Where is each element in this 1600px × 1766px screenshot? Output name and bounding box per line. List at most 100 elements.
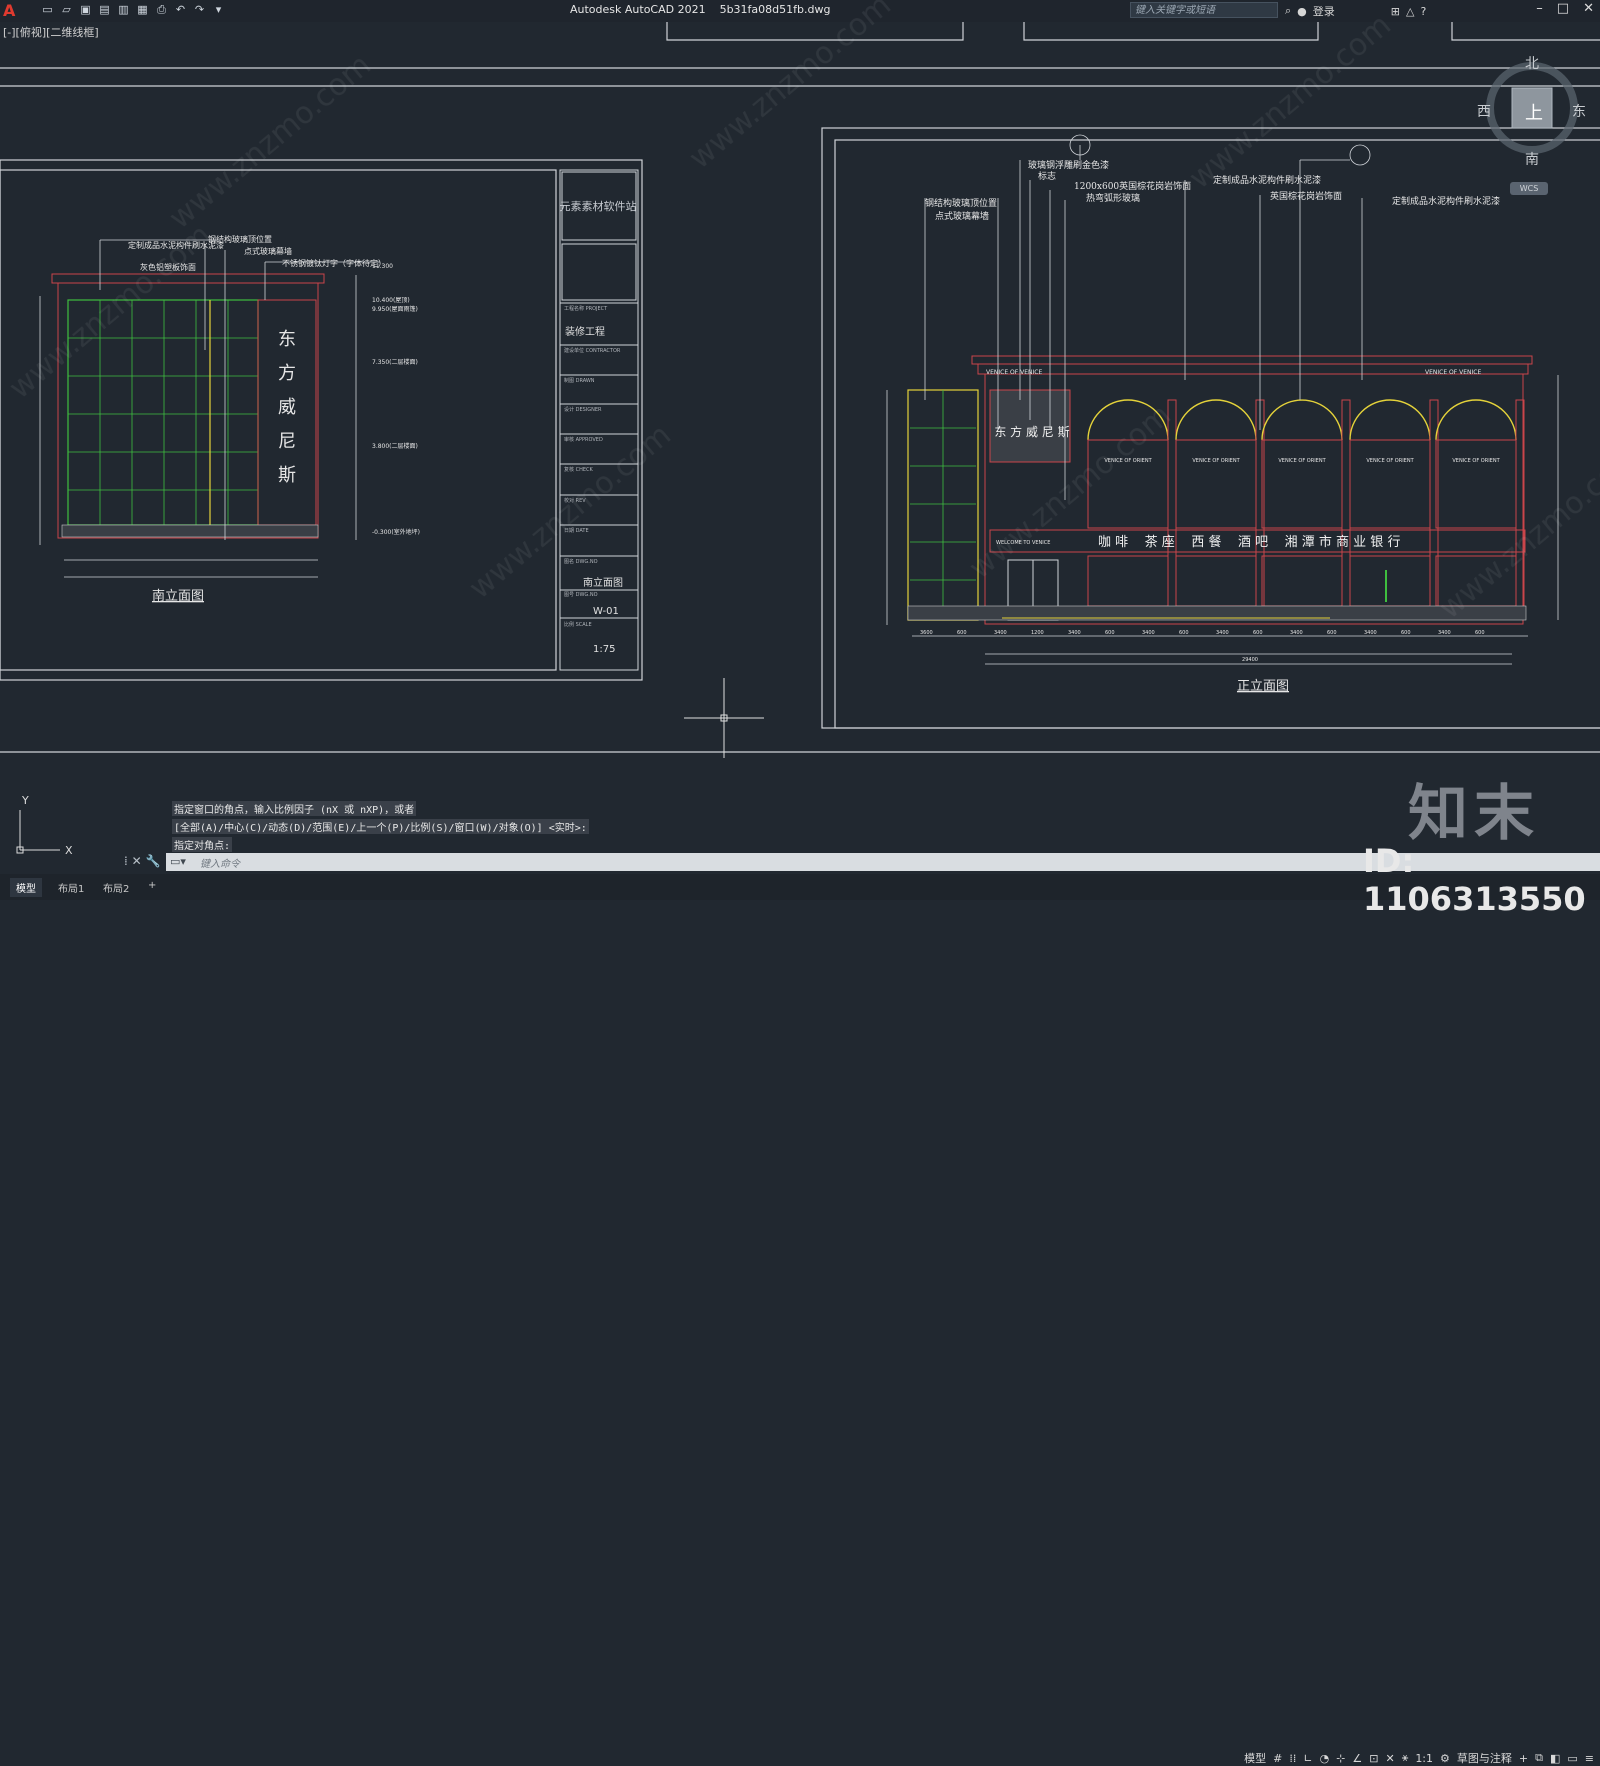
ucs-y-label: Y xyxy=(21,794,29,807)
ortho-icon[interactable]: ∟ xyxy=(1303,1752,1312,1765)
dimension-text: 3400 xyxy=(1068,630,1081,636)
storefront-window xyxy=(1349,555,1431,607)
level-mark: 10.400(屋顶) xyxy=(372,297,410,304)
pilaster xyxy=(1167,399,1177,619)
command-close-icon[interactable]: ⁞ ✕ 🔧 xyxy=(124,854,160,868)
level-mark: 11.300 xyxy=(372,263,393,270)
total-dimension: 29400 xyxy=(1242,657,1258,663)
annotation-text: 英国棕花岗岩饰面 xyxy=(1270,190,1342,202)
annotation-visibility-icon[interactable]: ✕ xyxy=(1385,1752,1394,1765)
dimension-text: 1200 xyxy=(1031,630,1044,636)
command-prompt-icon[interactable]: ▭▾ xyxy=(170,855,186,868)
command-line: 指定窗口的角点，输入比例因子 (nX 或 nXP)，或者 xyxy=(172,801,417,816)
arch-window xyxy=(1175,439,1257,529)
field-label: 制图 DRAWN xyxy=(564,377,595,384)
drawing-scale: 1:75 xyxy=(593,644,615,655)
drawing-name-label: 图名 DWG.NO xyxy=(564,558,598,565)
annotation-text: 玻璃钢浮雕刷金色漆 xyxy=(1028,159,1109,171)
annotation-text: 标志 xyxy=(1038,170,1056,182)
viewcube-west[interactable]: 西 xyxy=(1477,101,1491,121)
grid-icon[interactable]: # xyxy=(1273,1752,1282,1765)
customize-icon[interactable]: ≡ xyxy=(1585,1752,1594,1765)
osnap-icon[interactable]: ⊹ xyxy=(1336,1752,1345,1765)
dimension-text: 600 xyxy=(957,630,967,636)
status-model[interactable]: 模型 xyxy=(1244,1750,1266,1766)
hardware-accel-icon[interactable]: ◧ xyxy=(1550,1752,1560,1765)
field-label: 建设单位 CONTRACTOR xyxy=(564,347,621,354)
dimension-text: 3400 xyxy=(1364,630,1377,636)
selection-cycling-icon[interactable]: ⊡ xyxy=(1369,1752,1378,1765)
storefront-window xyxy=(1175,555,1257,607)
tab-layout2[interactable]: 布局2 xyxy=(97,878,135,897)
site-watermark: www.znzmo.com xyxy=(683,0,898,176)
annotation-text: 不锈钢镀钛灯字（字体待定） xyxy=(282,258,386,268)
viewcube-south[interactable]: 南 xyxy=(1525,149,1539,169)
annotation-text: 钢结构玻璃顶位置 xyxy=(208,234,272,244)
dimension-text: 600 xyxy=(1401,630,1411,636)
annotation-text: 定制成品水泥构件刷水泥漆 xyxy=(1392,195,1500,207)
dimension-text: 3400 xyxy=(994,630,1007,636)
south-elevation-title: 南立面图 xyxy=(152,588,204,604)
dimension-text: 600 xyxy=(1105,630,1115,636)
status-bar: 模型 # ⁞⁞ ∟ ◔ ⊹ ∠ ⊡ ✕ ⚹ 1:1 ⚙ 草图与注释 + ⧉ ◧ … xyxy=(1244,1750,1594,1766)
tab-layout1[interactable]: 布局1 xyxy=(52,878,90,897)
add-layout-button[interactable]: + xyxy=(142,878,162,893)
viewcube-top-face[interactable]: 上 xyxy=(1525,99,1543,125)
wcs-menu[interactable]: WCS xyxy=(1510,182,1548,195)
front-signboard: 东 方 威 尼 斯 xyxy=(994,424,1069,439)
viewcube-north[interactable]: 北 xyxy=(1525,53,1539,73)
annotation-scale-icon[interactable]: ⚹ xyxy=(1402,1751,1409,1765)
isolate-icon[interactable]: ⧉ xyxy=(1535,1751,1543,1765)
annotation-text: 钢结构玻璃顶位置 xyxy=(925,197,997,209)
clean-screen-icon[interactable]: ▭ xyxy=(1567,1752,1577,1765)
lineweight-icon[interactable]: ∠ xyxy=(1352,1752,1362,1765)
field-label: 设计 DESIGNER xyxy=(564,406,602,413)
snap-icon[interactable]: ⁞⁞ xyxy=(1289,1752,1296,1765)
window-text: VENICE OF ORIENT xyxy=(1192,458,1240,464)
dimension-text: 3400 xyxy=(1438,630,1451,636)
level-mark: 9.950(屋面雨篷) xyxy=(372,305,418,313)
workspace-switch[interactable]: 草图与注释 xyxy=(1457,1750,1512,1766)
company-name: 元素素材软件站 xyxy=(560,199,637,213)
level-mark: -0.300(室外地坪) xyxy=(372,528,420,536)
annotation-text: 热弯弧形玻璃 xyxy=(1086,192,1140,204)
window-text: VENICE OF ORIENT xyxy=(1278,458,1326,464)
south-elevation: 东方威尼斯 定制成品水泥构件刷水泥漆钢结构玻璃顶位置点式玻璃幕墙灰色铝塑板饰面不… xyxy=(39,234,420,604)
dimension-text: 600 xyxy=(1475,630,1485,636)
drawing-canvas[interactable]: 元素素材软件站 装修工程 南立面图 W-01 1:75 工程名称 PROJECT… xyxy=(0,0,1600,900)
crosshair-cursor xyxy=(684,678,764,758)
level-mark: 7.350(二层楼面) xyxy=(372,358,418,366)
level-mark: 3.800(二层楼面) xyxy=(372,442,418,450)
project-label: 工程名称 PROJECT xyxy=(564,305,608,312)
signboard-char: 威 xyxy=(278,397,296,418)
scale-label: 比例 SCALE xyxy=(564,621,592,628)
arch xyxy=(1349,399,1431,441)
viewcube-east[interactable]: 东 xyxy=(1572,101,1586,121)
annotation-text: 点式玻璃幕墙 xyxy=(935,210,989,222)
dimension-text: 3400 xyxy=(1216,630,1229,636)
command-placeholder: 键入命令 xyxy=(200,859,240,870)
polar-icon[interactable]: ◔ xyxy=(1320,1752,1330,1765)
window-text: VENICE OF ORIENT xyxy=(1452,458,1500,464)
plus-icon[interactable]: + xyxy=(1519,1752,1528,1765)
cornice-text-right: VENICE OF VENICE xyxy=(1425,369,1481,376)
window-text: VENICE OF ORIENT xyxy=(1366,458,1414,464)
tab-model[interactable]: 模型 xyxy=(10,878,42,897)
title-block: 元素素材软件站 装修工程 南立面图 W-01 1:75 工程名称 PROJECT… xyxy=(559,169,639,671)
id-watermark: ID: 1106313550 xyxy=(1363,842,1586,918)
site-watermark: www.znzmo.com xyxy=(463,418,678,607)
dimension-text: 3600 xyxy=(920,630,933,636)
drawing-name: 南立面图 xyxy=(583,576,623,589)
signboard-char: 东 xyxy=(278,329,296,350)
arch xyxy=(1435,399,1517,441)
drawing-number: W-01 xyxy=(593,606,619,617)
status-scale[interactable]: 1:1 xyxy=(1415,1752,1433,1765)
site-watermark: www.znzmo.com xyxy=(3,218,218,407)
front-banner: 咖 啡 茶 座 西 餐 酒 吧 湘 潭 市 商 业 银 行 xyxy=(1098,534,1400,550)
storefront-window xyxy=(1261,555,1343,607)
arch-window xyxy=(1349,439,1431,529)
annotation-text: 1200x600英国棕花岗岩饰面 xyxy=(1074,180,1191,192)
dimension-text: 600 xyxy=(1327,630,1337,636)
gear-icon[interactable]: ⚙ xyxy=(1440,1752,1450,1765)
layout-tabs: 模型 布局1 布局2 + 模型 # ⁞⁞ ∟ ◔ ⊹ ∠ ⊡ ✕ ⚹ 1:1 ⚙… xyxy=(0,874,1600,1765)
